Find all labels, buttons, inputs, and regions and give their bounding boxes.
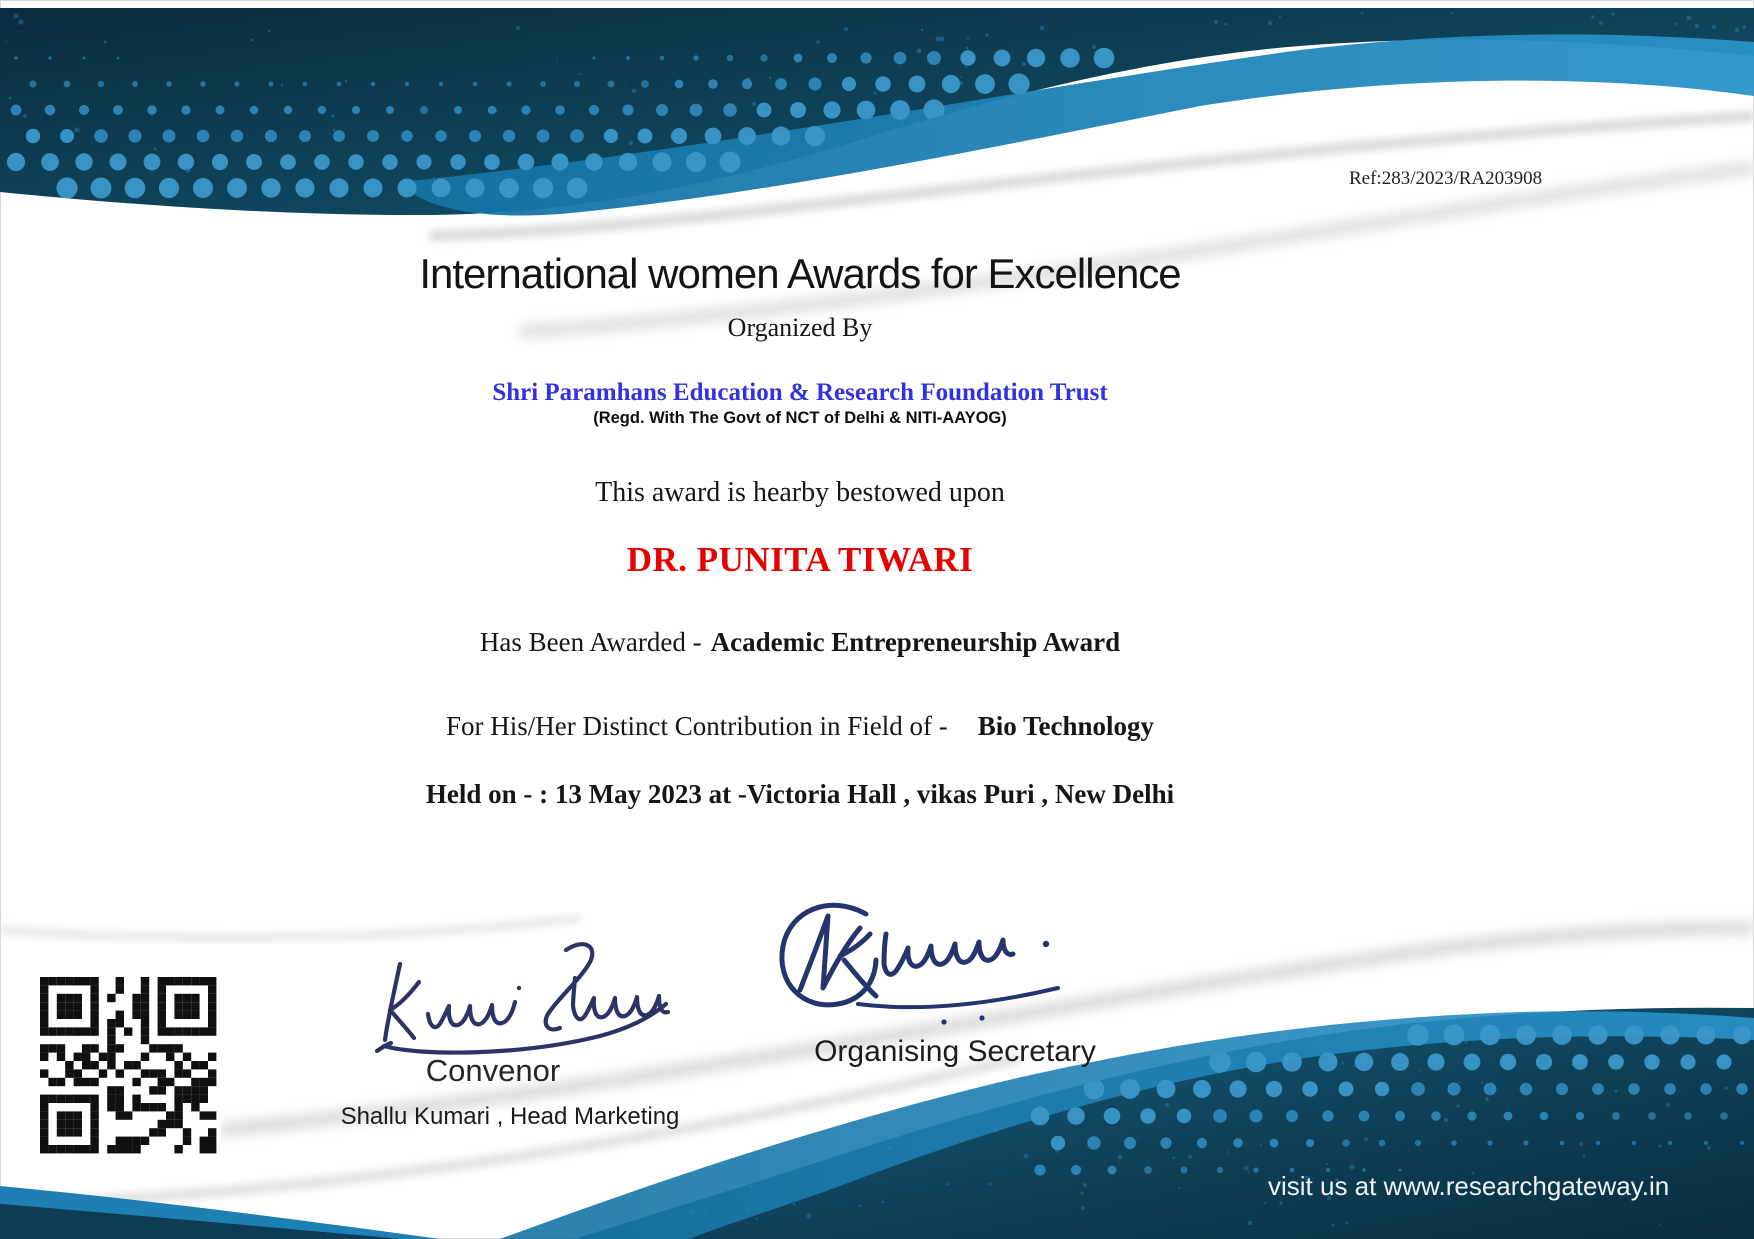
convenor-name-line: Shallu Kumari , Head Marketing — [280, 1103, 740, 1131]
certificate: Ref:283/2023/RA203908 International wome… — [0, 0, 1754, 1239]
convenor-signature — [377, 944, 668, 1052]
organization-name: Shri Paramhans Education & Research Foun… — [0, 379, 1600, 407]
award-line-prefix: Has Been Awarded - — [480, 627, 702, 657]
bestowed-line: This award is hearby bestowed upon — [0, 477, 1600, 509]
website-text: visit us at www.researchgateway.in — [1268, 1171, 1669, 1202]
award-name: Academic Entrepreneurship Award — [711, 627, 1121, 657]
field-name: Bio Technology — [978, 711, 1154, 741]
event-line: Held on - : 13 May 2023 at -Victoria Hal… — [0, 779, 1600, 810]
certificate-title: International women Awards for Excellenc… — [0, 250, 1600, 298]
organising-secretary-label: Organising Secretary — [745, 1035, 1165, 1069]
recipient-name: DR. PUNITA TIWARI — [0, 540, 1600, 580]
field-line-prefix: For His/Her Distinct Contribution in Fie… — [446, 711, 948, 741]
field-line: For His/Her Distinct Contribution in Fie… — [0, 711, 1600, 742]
organising-secretary-signature — [782, 905, 1058, 1024]
award-line: Has Been Awarded - Academic Entrepreneurs… — [0, 627, 1600, 658]
organized-by-label: Organized By — [0, 313, 1600, 343]
registration-note: (Regd. With The Govt of NCT of Delhi & N… — [0, 409, 1600, 428]
reference-number: Ref:283/2023/RA203908 — [1349, 168, 1542, 190]
qr-code — [36, 973, 220, 1157]
convenor-label: Convenor — [293, 1053, 693, 1089]
